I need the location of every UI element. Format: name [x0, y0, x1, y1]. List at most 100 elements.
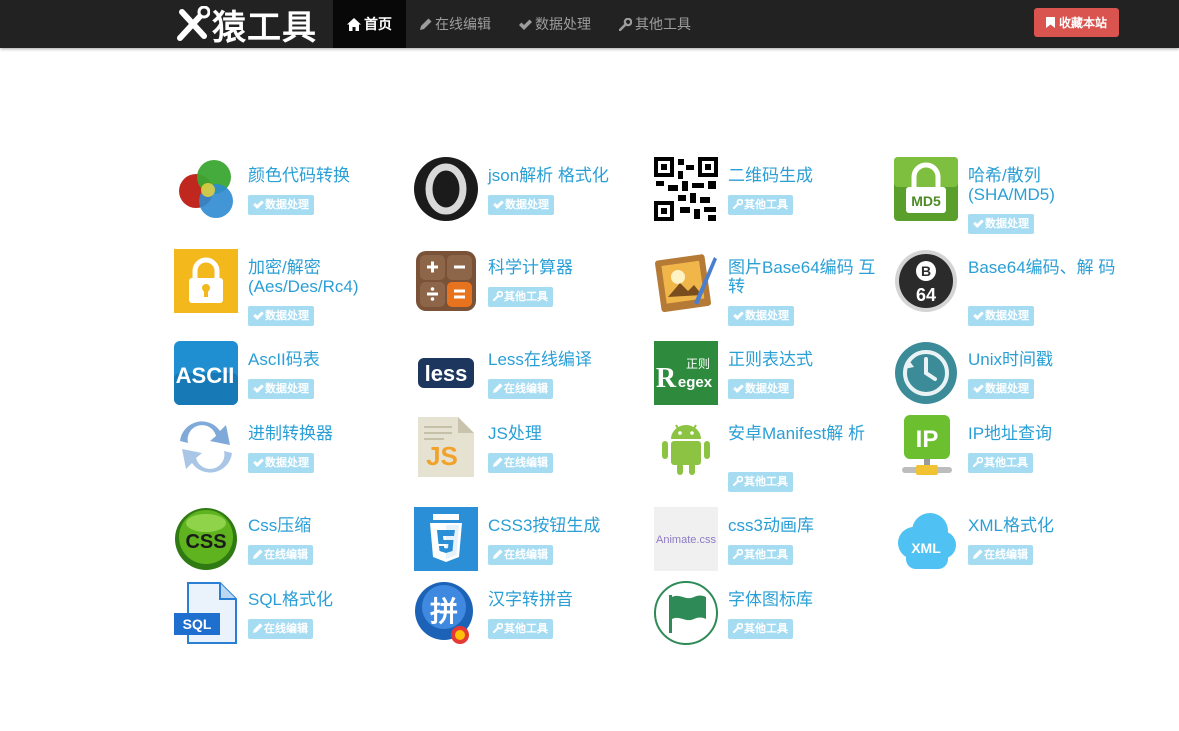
- animate-css-icon: Animate.css: [654, 507, 718, 571]
- tool-title: Css压缩: [248, 516, 312, 535]
- tool-tag: 在线编辑: [248, 545, 313, 565]
- svg-text:Animate.css: Animate.css: [656, 534, 716, 546]
- wrench-icon: [732, 198, 744, 210]
- pinyin-icon: 拼: [415, 582, 473, 644]
- tool-tag: 其他工具: [728, 472, 793, 492]
- wrench-icon: [732, 622, 744, 634]
- tool-tag: 数据处理: [248, 379, 314, 399]
- tool-card-android[interactable]: 安卓Manifest解 析 其他工具: [654, 415, 884, 492]
- svg-text:正则: 正则: [686, 357, 710, 371]
- tool-title: 图片Base64编码 互转: [728, 258, 876, 296]
- svg-text:XML: XML: [911, 540, 941, 556]
- ascii-icon: ASCII: [174, 341, 238, 405]
- nav-item-home[interactable]: 首页: [333, 0, 406, 48]
- tool-card-ip[interactable]: IP IP地址查询 其他工具: [894, 415, 1124, 485]
- logo-text: 猿工具: [212, 7, 317, 48]
- js-file-icon: JS: [418, 417, 474, 477]
- wrench-icon: [492, 622, 504, 634]
- tool-title: CSS3按钮生成: [488, 516, 601, 535]
- tool-card-radix[interactable]: 进制转换器 数据处理: [174, 415, 404, 485]
- svg-text:ASCII: ASCII: [176, 363, 235, 388]
- tool-title: 颜色代码转换: [248, 166, 350, 185]
- svg-text:MD5: MD5: [911, 193, 941, 209]
- tool-tag: 在线编辑: [968, 545, 1033, 565]
- tool-tag: 其他工具: [488, 619, 553, 639]
- bookmark-label: 收藏本站: [1058, 16, 1107, 30]
- tool-card-less[interactable]: less Less在线编译 在线编辑: [414, 341, 644, 411]
- tool-tag: 数据处理: [248, 453, 314, 473]
- pencil-icon: [493, 383, 503, 393]
- tool-title: XML格式化: [968, 516, 1054, 535]
- regex-icon: R egex 正则: [654, 341, 718, 405]
- svg-text:egex: egex: [678, 374, 713, 391]
- tool-title: 安卓Manifest解 析: [728, 424, 865, 443]
- tool-card-encrypt[interactable]: 加密/解密 (Aes/Des/Rc4) 数据处理: [174, 249, 404, 326]
- tool-card-css-compress[interactable]: CSS Css压缩 在线编辑: [174, 507, 404, 577]
- nav-item-online-edit[interactable]: 在线编辑: [406, 0, 505, 48]
- tool-tag: 在线编辑: [488, 545, 553, 565]
- tool-title: 正则表达式: [728, 350, 813, 369]
- tool-card-animate-css[interactable]: Animate.css css3动画库 其他工具: [654, 507, 884, 577]
- tool-tag: 其他工具: [488, 287, 553, 307]
- json-ring-icon: [414, 157, 478, 221]
- nav-item-other-tools[interactable]: 其他工具: [605, 0, 705, 48]
- pencil-icon: [493, 549, 503, 559]
- tool-card-json[interactable]: json解析 格式化 数据处理: [414, 157, 644, 227]
- md5-lock-icon: MD5: [894, 157, 958, 221]
- tool-title: Base64编码、解 码: [968, 258, 1116, 277]
- nav-label: 在线编辑: [435, 16, 491, 32]
- bookmark-site-button[interactable]: 收藏本站: [1034, 8, 1119, 37]
- tool-card-calculator[interactable]: 科学计算器 其他工具: [414, 249, 644, 319]
- tool-tag: 数据处理: [248, 306, 314, 326]
- tool-card-js[interactable]: JS JS处理 在线编辑: [414, 415, 644, 485]
- check-icon: [973, 219, 984, 228]
- svg-text:B: B: [921, 263, 931, 279]
- tool-card-unix-time[interactable]: Unix时间戳 数据处理: [894, 341, 1124, 411]
- tool-card-color-convert[interactable]: 颜色代码转换 数据处理: [174, 157, 404, 227]
- wrench-icon: [732, 475, 744, 487]
- site-logo[interactable]: 猿工具: [176, 3, 317, 48]
- nav-item-data-process[interactable]: 数据处理: [505, 0, 605, 48]
- flag-icon: [654, 581, 718, 645]
- tool-title: 进制转换器: [248, 424, 333, 443]
- tool-card-ascii[interactable]: ASCII AscII码表 数据处理: [174, 341, 404, 411]
- tool-title: SQL格式化: [248, 590, 334, 609]
- tool-card-base64[interactable]: B 64 Base64编码、解 码 数据处理: [894, 249, 1124, 326]
- check-icon: [973, 384, 984, 393]
- bookmark-icon: [1045, 17, 1055, 28]
- tool-title: JS处理: [488, 424, 542, 443]
- pencil-icon: [253, 623, 263, 633]
- tool-tag: 数据处理: [728, 306, 794, 326]
- check-icon: [253, 458, 264, 467]
- less-icon: less: [418, 358, 474, 388]
- tool-card-image-base64[interactable]: 图片Base64编码 互转 数据处理: [654, 249, 884, 326]
- tool-card-hash[interactable]: MD5 哈希/散列 (SHA/MD5) 数据处理: [894, 157, 1124, 234]
- navbar: 猿工具 首页 在线编辑 数据处理 其他工具 收藏本站: [0, 0, 1179, 48]
- pencil-icon: [420, 18, 432, 30]
- xml-cloud-icon: XML: [898, 513, 956, 569]
- tool-title: Less在线编译: [488, 350, 592, 369]
- css-ball-icon: CSS: [175, 508, 237, 570]
- home-icon: [347, 17, 361, 31]
- tool-title: 哈希/散列 (SHA/MD5): [968, 166, 1055, 204]
- sql-file-icon: SQL: [174, 582, 237, 644]
- tool-card-css3-button[interactable]: CSS3按钮生成 在线编辑: [414, 507, 644, 577]
- ip-icon: IP: [902, 415, 952, 475]
- tool-tag: 其他工具: [728, 545, 793, 565]
- swap-arrows-icon: [180, 421, 232, 473]
- svg-text:less: less: [425, 361, 468, 386]
- pencil-icon: [253, 549, 263, 559]
- wrench-cross-logo-icon: [177, 6, 210, 41]
- svg-text:JS: JS: [426, 441, 458, 471]
- tool-card-qrcode[interactable]: 二维码生成 其他工具: [654, 157, 884, 227]
- image-pen-icon: [655, 254, 717, 312]
- tool-card-pinyin[interactable]: 拼 汉字转拼音 其他工具: [414, 581, 644, 651]
- tool-tag: 在线编辑: [488, 379, 553, 399]
- tool-card-sql[interactable]: SQL SQL格式化 在线编辑: [174, 581, 404, 651]
- tool-card-font-icons[interactable]: 字体图标库 其他工具: [654, 581, 884, 651]
- tool-card-regex[interactable]: R egex 正则 正则表达式 数据处理: [654, 341, 884, 411]
- tool-card-xml[interactable]: XML XML格式化 在线编辑: [894, 507, 1124, 577]
- wrench-icon: [972, 456, 984, 468]
- check-icon: [253, 384, 264, 393]
- css3-shield-icon: [414, 507, 478, 571]
